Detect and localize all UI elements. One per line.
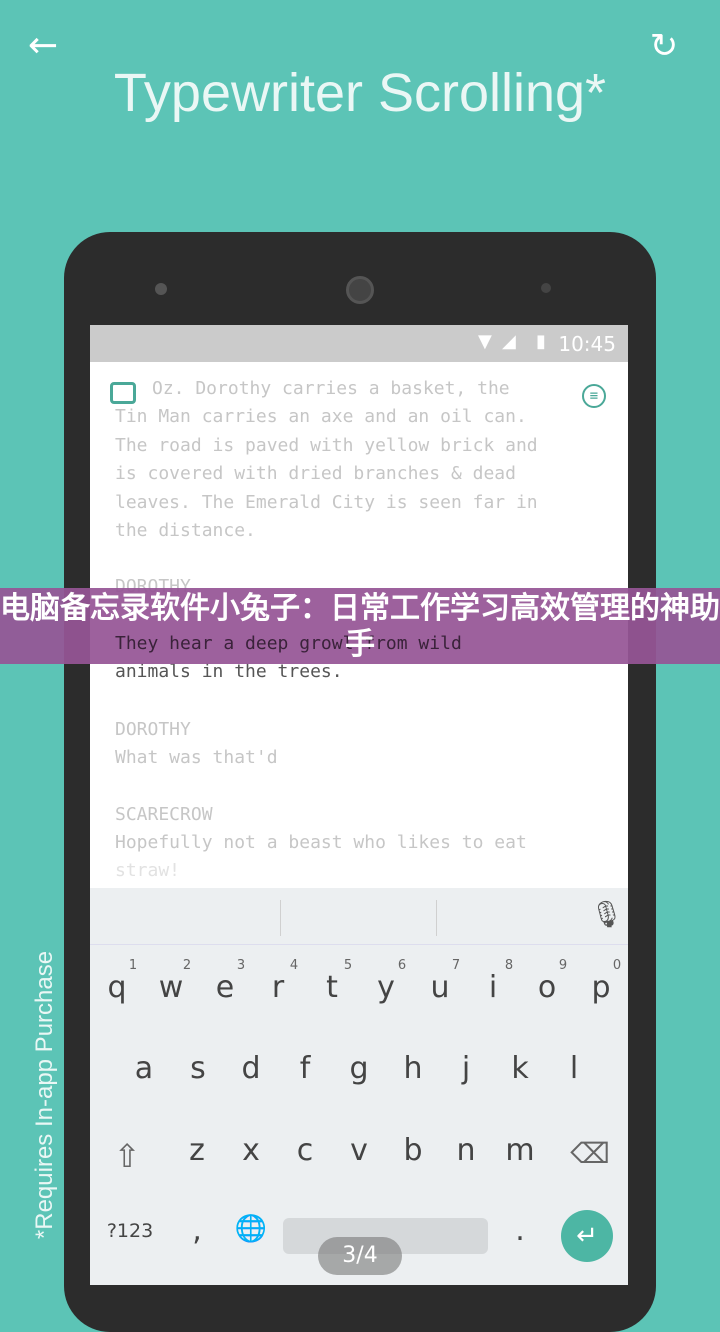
footnote: *Requires In-app Purchase: [31, 950, 58, 1240]
key-x[interactable]: x: [231, 1133, 271, 1168]
status-bar: ▼ ◢ ▮ 10:45: [90, 325, 628, 362]
arrow-left-icon: ←: [28, 25, 59, 66]
key-v[interactable]: v: [339, 1133, 379, 1168]
character-name: DOROTHY: [115, 719, 191, 740]
key-m[interactable]: m: [500, 1133, 540, 1168]
key-u[interactable]: u: [420, 970, 460, 1005]
key-t[interactable]: t: [312, 970, 352, 1005]
key-i[interactable]: i: [473, 970, 513, 1005]
title-banner: 电脑备忘录软件小兔子：日常工作学习高效管理的神助手: [0, 591, 720, 662]
key-e[interactable]: e: [205, 970, 245, 1005]
status-time: 10:45: [558, 332, 616, 356]
rotate-icon: ↻: [649, 26, 679, 66]
key-h[interactable]: h: [393, 1051, 433, 1086]
suggestion-strip: 🎙: [90, 888, 628, 945]
key-r[interactable]: r: [258, 970, 298, 1005]
key-number-hint: 0: [612, 958, 622, 973]
rotate-button[interactable]: ↻: [644, 26, 684, 66]
doc-line: leaves. The Emerald City is seen far in: [115, 492, 538, 513]
key-number-hint: 2: [182, 958, 192, 973]
wifi-icon: ▼: [478, 331, 492, 352]
key-s[interactable]: s: [178, 1051, 218, 1086]
dialogue-line: straw!: [115, 860, 181, 881]
symbols-key[interactable]: ?123: [100, 1220, 160, 1242]
phone-speaker: [346, 276, 374, 304]
key-number-hint: 8: [504, 958, 514, 973]
dialogue-line: Hopefully not a beast who likes to eat: [115, 832, 527, 853]
key-d[interactable]: d: [231, 1051, 271, 1086]
doc-line: Tin Man carries an axe and an oil can.: [115, 406, 527, 427]
comma-key[interactable]: ,: [177, 1213, 217, 1248]
doc-line: The road is paved with yellow brick and: [115, 435, 538, 456]
key-number-hint: 5: [343, 958, 353, 973]
key-n[interactable]: n: [446, 1133, 486, 1168]
key-c[interactable]: c: [285, 1133, 325, 1168]
page-indicator: 3/4: [318, 1237, 402, 1275]
key-a[interactable]: a: [124, 1051, 164, 1086]
key-number-hint: 9: [558, 958, 568, 973]
microphone-icon[interactable]: 🎙: [590, 900, 623, 930]
enter-key[interactable]: ↵: [561, 1210, 613, 1262]
divider: [436, 900, 437, 936]
key-o[interactable]: o: [527, 970, 567, 1005]
menu-icon: ≡: [582, 384, 606, 408]
battery-icon: ▮: [536, 331, 546, 352]
doc-line: is covered with dried branches & dead: [115, 463, 516, 484]
key-k[interactable]: k: [500, 1051, 540, 1086]
phone-screen: ▼ ◢ ▮ 10:45 ≡ Oz. Dorothy carries a bask…: [90, 325, 628, 1285]
key-z[interactable]: z: [177, 1133, 217, 1168]
key-f[interactable]: f: [285, 1051, 325, 1086]
globe-icon[interactable]: 🌐: [231, 1214, 271, 1244]
doc-line: Oz. Dorothy carries a basket, the: [152, 378, 510, 399]
key-number-hint: 1: [128, 958, 138, 973]
back-button[interactable]: ←: [28, 26, 68, 66]
key-w[interactable]: w: [151, 970, 191, 1005]
key-y[interactable]: y: [366, 970, 406, 1005]
divider: [280, 900, 281, 936]
backspace-key[interactable]: ⌫: [570, 1137, 610, 1170]
phone-sensor: [541, 283, 551, 293]
signal-icon: ◢: [502, 331, 516, 352]
period-key[interactable]: .: [500, 1213, 540, 1248]
key-number-hint: 7: [451, 958, 461, 973]
key-number-hint: 3: [236, 958, 246, 973]
shift-key[interactable]: ⇧: [107, 1137, 147, 1175]
character-name: SCARECROW: [115, 804, 213, 825]
key-l[interactable]: l: [554, 1051, 594, 1086]
doc-line: the distance.: [115, 520, 256, 541]
key-p[interactable]: p: [581, 970, 621, 1005]
typewriter-icon: [110, 382, 136, 404]
key-j[interactable]: j: [446, 1051, 486, 1086]
key-b[interactable]: b: [393, 1133, 433, 1168]
phone-camera: [155, 283, 167, 295]
key-number-hint: 4: [289, 958, 299, 973]
key-q[interactable]: q: [97, 970, 137, 1005]
key-number-hint: 6: [397, 958, 407, 973]
keyboard: 🎙 ⇧ ⌫ ?123 , 🌐 . ↵ q1w2e3r4t5y6u7i8o9p0 a…: [90, 888, 628, 1285]
image-headline: Typewriter Scrolling*: [113, 63, 607, 123]
dialogue-line: What was that'd: [115, 747, 278, 768]
key-g[interactable]: g: [339, 1051, 379, 1086]
